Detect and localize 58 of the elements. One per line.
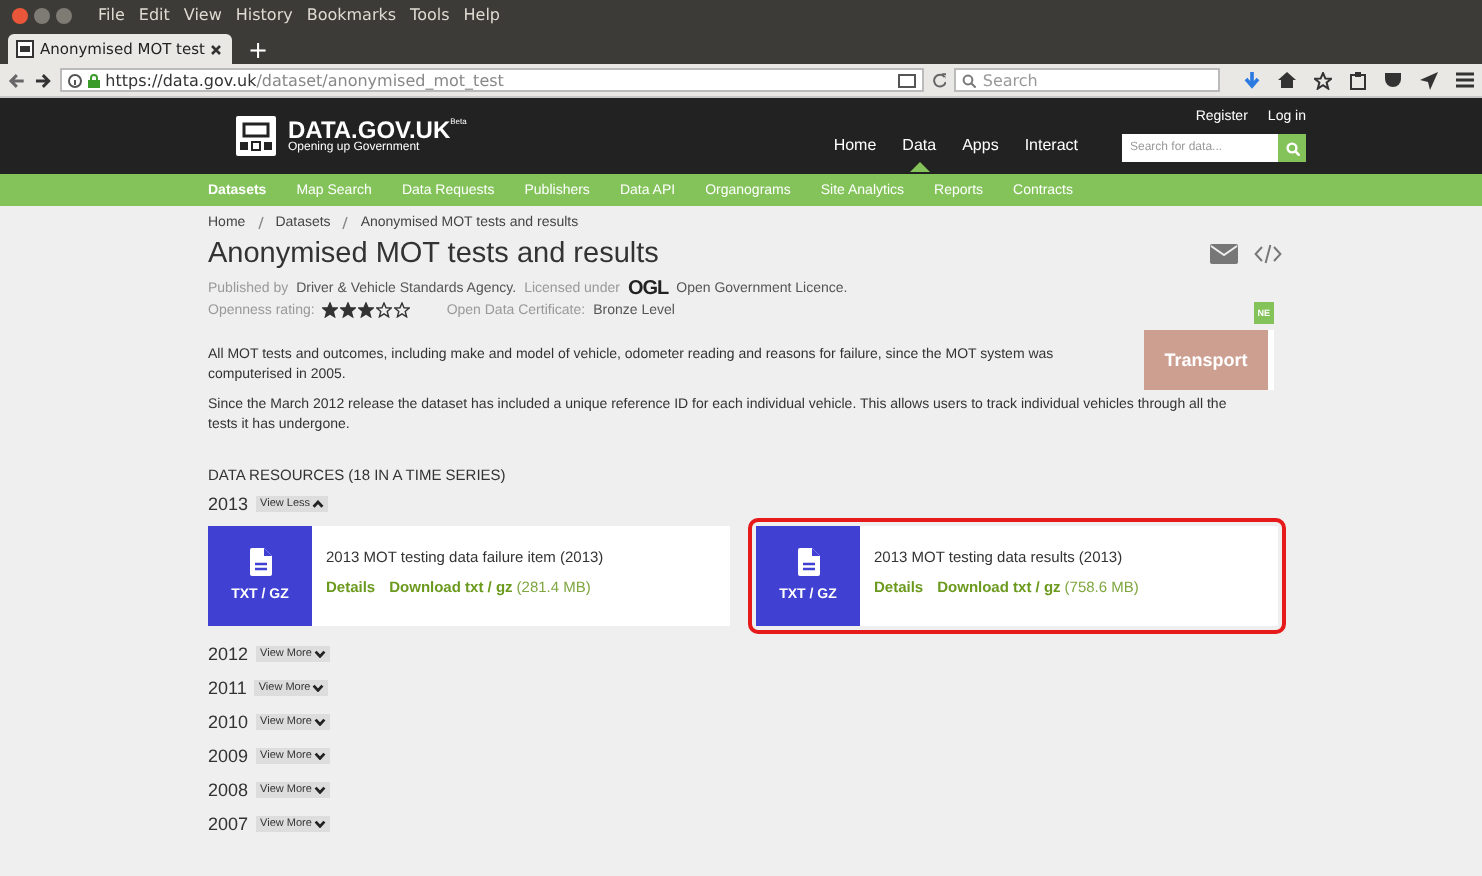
year-label: 2011: [208, 677, 247, 698]
chevron-down-icon: [313, 751, 326, 760]
menu-icon[interactable]: [1455, 72, 1474, 88]
chevron-down-icon: [313, 785, 326, 794]
menu-item[interactable]: File: [98, 6, 125, 24]
year-label: 2010: [208, 711, 249, 732]
nav-link[interactable]: Home: [833, 136, 877, 174]
chevron-down-icon: [313, 819, 326, 828]
shield-icon[interactable]: [1383, 72, 1402, 88]
separator-icon: [342, 216, 349, 230]
home-icon[interactable]: [1277, 72, 1296, 88]
separator-icon: [257, 216, 264, 230]
send-icon[interactable]: [1419, 71, 1438, 89]
lock-icon: [87, 73, 100, 87]
envelope-icon[interactable]: [1210, 244, 1238, 264]
year-label: 2007: [208, 813, 249, 834]
nav-link[interactable]: Interact: [1024, 136, 1078, 174]
back-icon[interactable]: [8, 71, 26, 89]
site-logo-text[interactable]: DATA.GOV.UK: [288, 116, 451, 144]
year-label: 2009: [208, 745, 249, 766]
logo-icon: [236, 116, 276, 156]
new-tab-button[interactable]: +: [240, 36, 277, 64]
url-text: https://data.gov.uk/dataset/anonymised_mot_test: [105, 71, 504, 89]
chevron-down-icon: [313, 717, 326, 726]
clipboard-icon[interactable]: [1349, 71, 1366, 89]
nav-link[interactable]: Data: [902, 136, 937, 174]
star-icon[interactable]: [1313, 71, 1332, 89]
search-icon: [962, 73, 977, 87]
info-icon: [67, 73, 82, 87]
chevron-down-icon: [312, 683, 325, 692]
menu-item[interactable]: Bookmarks: [306, 6, 397, 24]
code-icon[interactable]: [1254, 244, 1282, 264]
maximize-icon[interactable]: [56, 7, 72, 23]
nav-link[interactable]: Apps: [962, 136, 999, 174]
search-icon: [1285, 141, 1299, 155]
year-label: 2012: [208, 643, 249, 664]
download-icon[interactable]: [1243, 71, 1260, 89]
chevron-up-icon: [312, 499, 324, 508]
address-bar[interactable]: https://data.gov.uk/dataset/anonymised_mot_test: [59, 68, 924, 92]
menu-item[interactable]: History: [235, 6, 293, 24]
menu-item[interactable]: View: [183, 6, 222, 24]
chevron-down-icon: [313, 649, 326, 658]
ogl-logo: OGL: [627, 278, 669, 300]
reader-view-icon[interactable]: [897, 73, 916, 87]
minimize-icon[interactable]: [34, 7, 50, 23]
year-label: 2013: [208, 493, 249, 514]
close-icon[interactable]: [210, 43, 223, 55]
page-title: Anonymised MOT tests and results: [208, 238, 659, 270]
document-icon: [797, 548, 819, 577]
search-placeholder: Search: [982, 71, 1038, 89]
page-icon: [16, 40, 34, 58]
year-label: 2008: [208, 779, 249, 800]
menu-item[interactable]: Help: [463, 6, 501, 24]
forward-icon[interactable]: [33, 71, 52, 89]
menu-item[interactable]: Edit: [138, 6, 170, 24]
document-icon: [249, 548, 271, 577]
menu-item[interactable]: Tools: [410, 6, 450, 24]
reload-icon[interactable]: [931, 72, 947, 88]
